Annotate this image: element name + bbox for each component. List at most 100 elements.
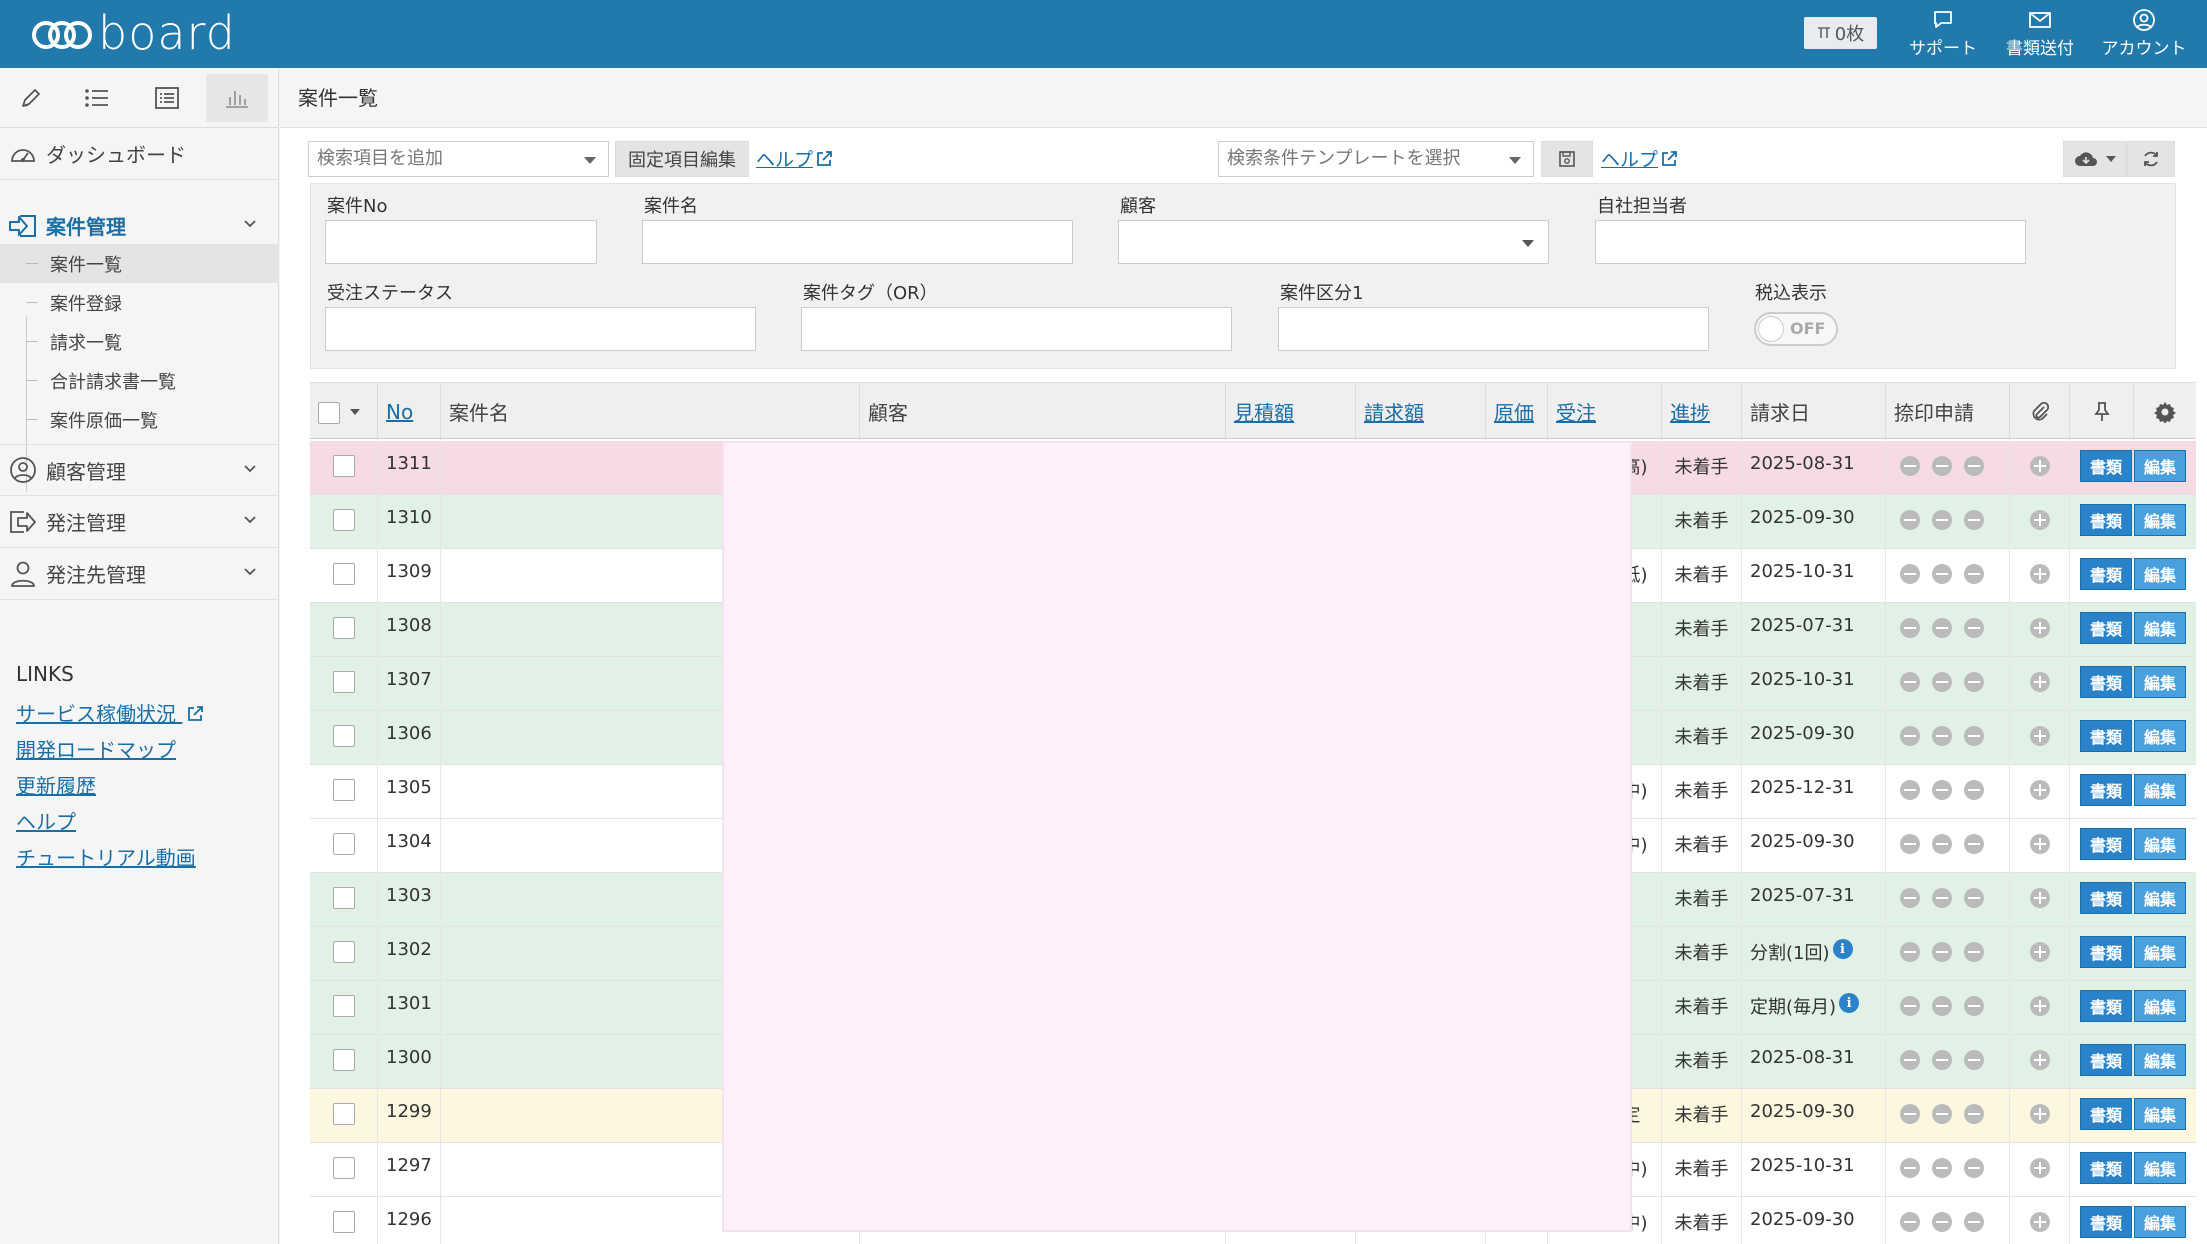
documents-button[interactable]: 書類 xyxy=(2080,558,2132,590)
link-service-status[interactable]: サービス稼働状況 xyxy=(16,698,204,727)
documents-button[interactable]: 書類 xyxy=(2080,720,2132,752)
documents-button[interactable]: 書類 xyxy=(2080,1098,2132,1130)
sidebar-subitem-total-invoice-list[interactable]: 合計請求書一覧 xyxy=(0,361,279,400)
plus-circle-icon[interactable] xyxy=(2029,1050,2050,1070)
sidebar-subitem-project-register[interactable]: 案件登録 xyxy=(0,283,279,322)
support-button[interactable]: サポート xyxy=(1906,6,1980,64)
plus-circle-icon[interactable] xyxy=(2029,834,2050,854)
sidebar-item-dashboard[interactable]: ダッシュボード xyxy=(0,128,279,180)
row-checkbox[interactable] xyxy=(332,1157,355,1179)
select-all-checkbox[interactable] xyxy=(318,401,340,424)
edit-button[interactable]: 編集 xyxy=(2134,882,2186,914)
documents-button[interactable]: 書類 xyxy=(2080,1206,2132,1238)
row-checkbox[interactable] xyxy=(332,563,355,585)
edit-button[interactable]: 編集 xyxy=(2134,720,2186,752)
save-template-button[interactable] xyxy=(1541,141,1593,177)
documents-button[interactable]: 書類 xyxy=(2080,990,2132,1022)
row-checkbox[interactable] xyxy=(332,779,355,801)
edit-button[interactable]: 編集 xyxy=(2134,1098,2186,1130)
plus-circle-icon[interactable] xyxy=(2029,780,2050,800)
documents-button[interactable]: 書類 xyxy=(2080,1044,2132,1076)
plus-circle-icon[interactable] xyxy=(2029,942,2050,962)
column-header-no[interactable]: No xyxy=(378,383,441,440)
row-checkbox[interactable] xyxy=(332,509,355,531)
plus-circle-icon[interactable] xyxy=(2029,618,2050,638)
row-checkbox[interactable] xyxy=(332,995,355,1017)
filter-no-input[interactable] xyxy=(325,220,597,264)
documents-button[interactable]: 書類 xyxy=(2080,1152,2132,1184)
table-tool-button[interactable] xyxy=(136,74,198,122)
link-tutorial-video[interactable]: チュートリアル動画 xyxy=(16,842,196,871)
documents-button[interactable]: 書類 xyxy=(2080,774,2132,806)
tax-display-toggle[interactable]: OFF xyxy=(1754,312,1838,346)
download-dropdown-button[interactable] xyxy=(2063,141,2127,177)
info-icon[interactable]: i xyxy=(1832,939,1853,959)
edit-button[interactable]: 編集 xyxy=(2134,504,2186,536)
app-logo[interactable]: board xyxy=(30,8,236,58)
row-checkbox[interactable] xyxy=(332,725,355,747)
plus-circle-icon[interactable] xyxy=(2029,510,2050,530)
send-docs-button[interactable]: 書類送付 xyxy=(2003,6,2077,64)
sidebar-subitem-cost-list[interactable]: 案件原価一覧 xyxy=(0,400,279,439)
filter-owner-input[interactable] xyxy=(1595,220,2026,264)
documents-button[interactable]: 書類 xyxy=(2080,612,2132,644)
row-checkbox[interactable] xyxy=(332,617,355,639)
column-header-invoice[interactable]: 請求額 xyxy=(1356,383,1486,440)
link-roadmap[interactable]: 開発ロードマップ xyxy=(16,734,176,763)
column-settings-button[interactable] xyxy=(2134,383,2196,440)
edit-button[interactable]: 編集 xyxy=(2134,936,2186,968)
filter-tag-input[interactable] xyxy=(801,307,1232,351)
edit-button[interactable]: 編集 xyxy=(2134,990,2186,1022)
plus-circle-icon[interactable] xyxy=(2029,996,2050,1016)
edit-button[interactable]: 編集 xyxy=(2134,774,2186,806)
documents-button[interactable]: 書類 xyxy=(2080,666,2132,698)
filter-name-input[interactable] xyxy=(642,220,1073,264)
account-button[interactable]: アカウント xyxy=(2100,6,2188,64)
info-icon[interactable]: i xyxy=(1839,993,1860,1013)
sidebar-subitem-project-list[interactable]: 案件一覧 xyxy=(0,244,279,283)
plus-circle-icon[interactable] xyxy=(2029,726,2050,746)
edit-button[interactable]: 編集 xyxy=(2134,666,2186,698)
plus-circle-icon[interactable] xyxy=(2029,1212,2050,1232)
sidebar-item-supplier-management[interactable]: 発注先管理 xyxy=(0,548,279,600)
edit-button[interactable]: 編集 xyxy=(2134,612,2186,644)
row-checkbox[interactable] xyxy=(332,671,355,693)
filter-order-status-input[interactable] xyxy=(325,307,756,351)
edit-button[interactable]: 編集 xyxy=(2134,828,2186,860)
column-header-cost[interactable]: 原価 xyxy=(1486,383,1548,440)
filter-customer-select[interactable] xyxy=(1118,220,1549,264)
chart-tool-button[interactable] xyxy=(206,74,268,122)
documents-button[interactable]: 書類 xyxy=(2080,936,2132,968)
link-help[interactable]: ヘルプ xyxy=(16,806,76,835)
plus-circle-icon[interactable] xyxy=(2029,1104,2050,1124)
plus-circle-icon[interactable] xyxy=(2029,888,2050,908)
documents-button[interactable]: 書類 xyxy=(2080,828,2132,860)
documents-button[interactable]: 書類 xyxy=(2080,450,2132,482)
row-checkbox[interactable] xyxy=(332,941,355,963)
row-checkbox[interactable] xyxy=(332,1103,355,1125)
plus-circle-icon[interactable] xyxy=(2029,1158,2050,1178)
plus-circle-icon[interactable] xyxy=(2029,564,2050,584)
refresh-button[interactable] xyxy=(2127,141,2175,177)
search-field-add-select[interactable]: 検索項目を追加 xyxy=(308,141,609,177)
edit-button[interactable]: 編集 xyxy=(2134,1206,2186,1238)
plus-circle-icon[interactable] xyxy=(2029,456,2050,476)
list-tool-button[interactable] xyxy=(66,74,128,122)
filter-category-input[interactable] xyxy=(1278,307,1709,351)
documents-button[interactable]: 書類 xyxy=(2080,504,2132,536)
sidebar-item-customer-management[interactable]: 顧客管理 xyxy=(0,444,279,496)
edit-button[interactable]: 編集 xyxy=(2134,558,2186,590)
row-checkbox[interactable] xyxy=(332,1049,355,1071)
help-link-template[interactable]: ヘルプ xyxy=(1601,145,1678,172)
documents-button[interactable]: 書類 xyxy=(2080,882,2132,914)
row-checkbox[interactable] xyxy=(332,887,355,909)
column-header-order[interactable]: 受注 xyxy=(1548,383,1662,440)
edit-button[interactable]: 編集 xyxy=(2134,1152,2186,1184)
row-checkbox[interactable] xyxy=(332,455,355,477)
search-template-select[interactable]: 検索条件テンプレートを選択 xyxy=(1218,141,1534,177)
column-header-estimate[interactable]: 見積額 xyxy=(1226,383,1356,440)
sidebar-subitem-invoice-list[interactable]: 請求一覧 xyxy=(0,322,279,361)
counter-button[interactable]: 0枚 xyxy=(1804,17,1877,49)
row-checkbox[interactable] xyxy=(332,833,355,855)
help-link[interactable]: ヘルプ xyxy=(756,145,833,172)
